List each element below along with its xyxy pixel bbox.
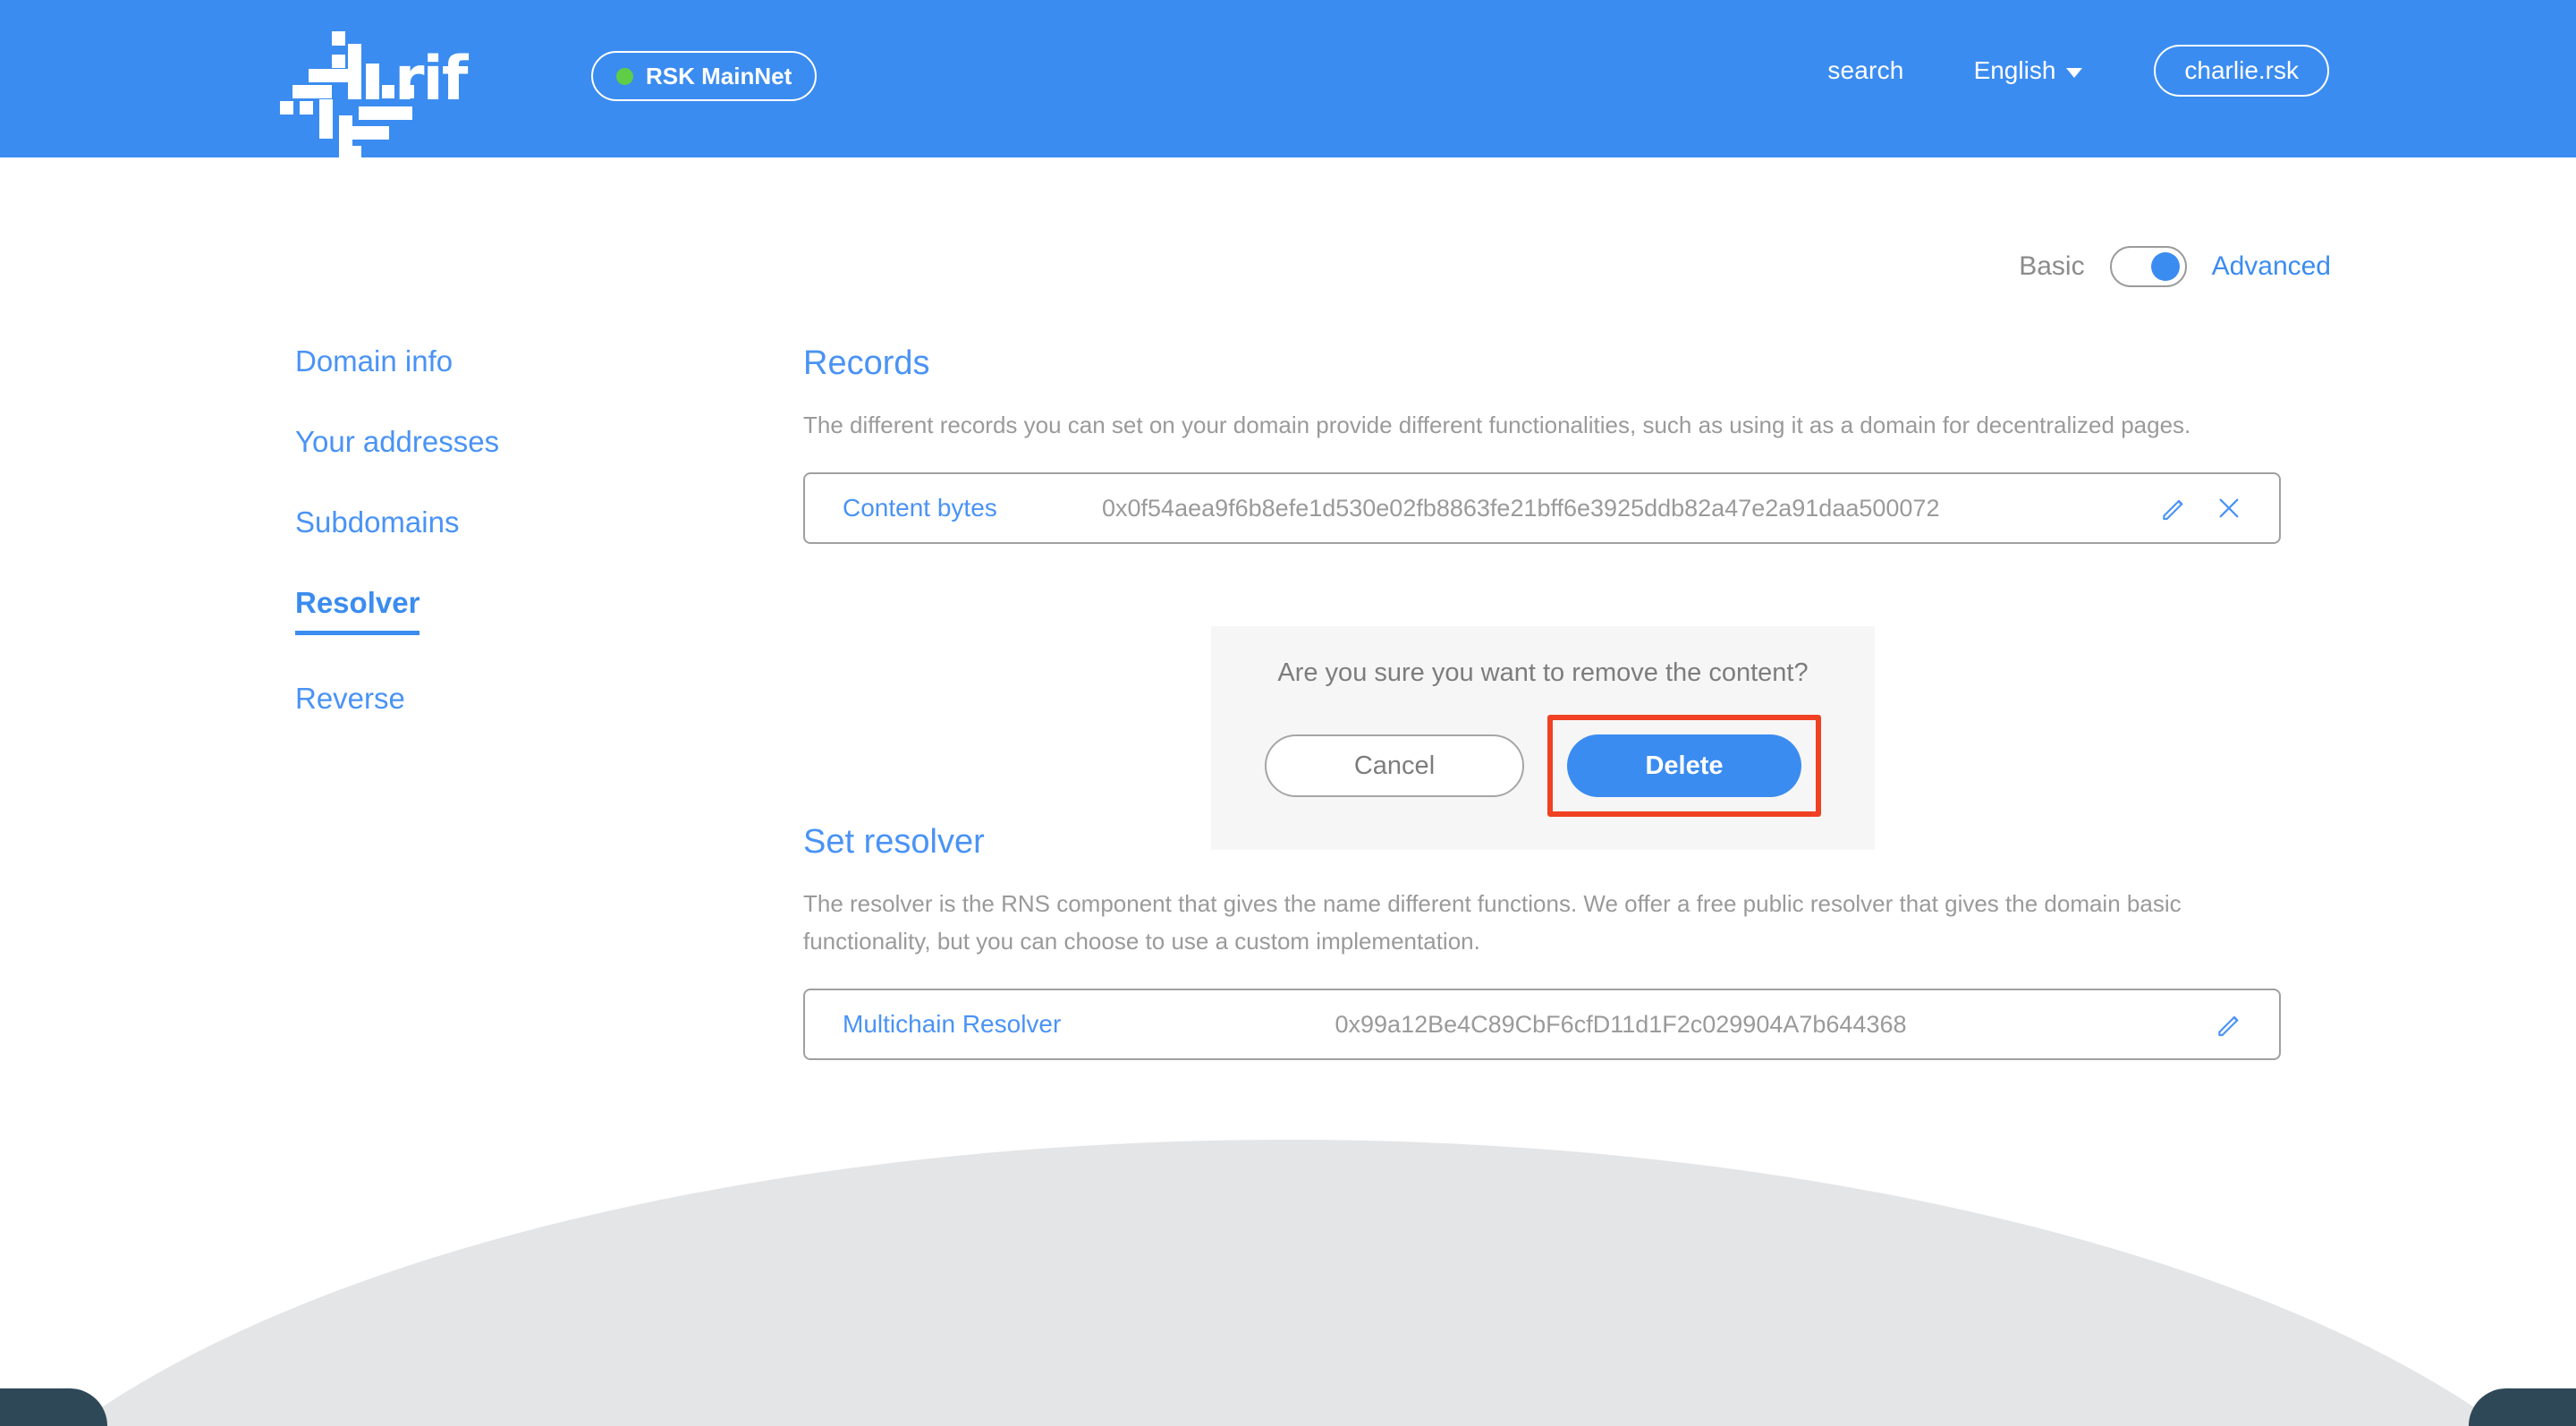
sidebar-item-resolver[interactable]: Resolver: [295, 586, 420, 635]
brand[interactable]: rif: [280, 30, 468, 162]
delete-button[interactable]: Delete: [1567, 734, 1801, 797]
network-selector[interactable]: RSK MainNet: [591, 51, 818, 101]
records-title: Records: [803, 344, 930, 382]
record-value: 0x0f54aea9f6b8efe1d530e02fb8863fe21bff6e…: [1102, 494, 1940, 522]
mode-toggle: Basic Advanced: [2019, 246, 2331, 287]
mode-switch[interactable]: [2109, 246, 2187, 287]
record-actions: [2156, 490, 2279, 526]
chevron-down-icon: [2066, 67, 2083, 78]
footer-corner-right: [2469, 1388, 2576, 1426]
language-label: English: [1973, 56, 2056, 84]
sidebar-item-reverse[interactable]: Reverse: [295, 682, 405, 716]
network-label: RSK MainNet: [646, 62, 792, 89]
cancel-button[interactable]: Cancel: [1265, 734, 1524, 797]
language-selector[interactable]: English: [1974, 56, 2083, 85]
page-root: rif RSK MainNet search English charlie.r…: [0, 0, 2576, 1426]
pencil-icon[interactable]: [2211, 1006, 2247, 1042]
mode-basic-label[interactable]: Basic: [2019, 251, 2084, 282]
header-nav: search English charlie.rsk: [1827, 45, 2329, 97]
app-header: rif RSK MainNet search English charlie.r…: [0, 0, 2576, 162]
delete-button-highlight: Delete: [1547, 715, 1821, 817]
resolver-value: 0x99a12Be4C89CbF6cfD11d1F2c029904A7b6443…: [1335, 1010, 1907, 1038]
rif-logo-icon: [280, 30, 414, 162]
search-link[interactable]: search: [1827, 56, 1903, 85]
section-sidebar: Domain info Your addresses Subdomains Re…: [295, 344, 671, 762]
resolver-actions: [2211, 1006, 2279, 1042]
resolver-description: The resolver is the RNS component that g…: [803, 890, 2182, 955]
status-dot-icon: [616, 67, 633, 85]
confirm-remove-dialog: Are you sure you want to remove the cont…: [1211, 626, 1875, 850]
records-description: The different records you can set on you…: [803, 412, 2191, 438]
close-x-icon[interactable]: [2211, 490, 2247, 526]
resolver-label[interactable]: Multichain Resolver: [805, 1010, 1109, 1039]
record-label[interactable]: Content bytes: [805, 494, 1073, 522]
table-row: Content bytes 0x0f54aea9f6b8efe1d530e02f…: [803, 472, 2281, 545]
switch-knob: [2150, 252, 2180, 281]
table-row: Multichain Resolver 0x99a12Be4C89CbF6cfD…: [803, 989, 2281, 1061]
sidebar-item-your-addresses[interactable]: Your addresses: [295, 425, 499, 459]
footer-corner-left: [0, 1388, 107, 1426]
sidebar-item-subdomains[interactable]: Subdomains: [295, 505, 459, 539]
mode-advanced-label[interactable]: Advanced: [2212, 251, 2331, 282]
brand-wordmark: rif: [394, 44, 468, 115]
confirm-message: Are you sure you want to remove the cont…: [1277, 658, 1809, 687]
pencil-icon[interactable]: [2156, 490, 2191, 526]
sidebar-item-domain-info[interactable]: Domain info: [295, 344, 453, 378]
confirm-actions: Cancel Delete: [1265, 715, 1821, 817]
footer-arc-decoration: [0, 1140, 2576, 1426]
account-button[interactable]: charlie.rsk: [2154, 45, 2329, 97]
